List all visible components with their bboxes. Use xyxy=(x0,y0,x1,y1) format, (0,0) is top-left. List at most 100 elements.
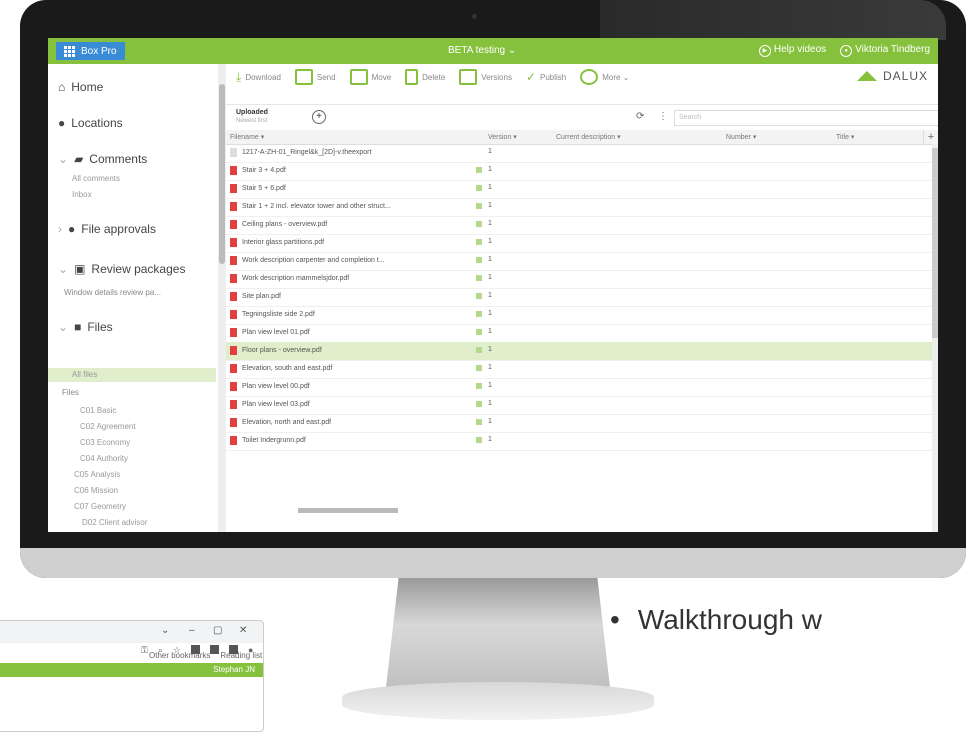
folder-item[interactable]: C03 Economy xyxy=(80,438,130,447)
pdf-icon xyxy=(230,238,237,247)
comment-icon xyxy=(476,239,482,245)
chevron-down-icon: ⌄ xyxy=(58,152,69,166)
column-filename[interactable]: Filename ▾ xyxy=(230,133,264,141)
table-row[interactable]: Site plan.pdf 1 xyxy=(226,288,938,307)
pdf-icon xyxy=(230,274,237,283)
monitor-stand xyxy=(385,578,611,696)
help-videos-link[interactable]: ▶ Help videos xyxy=(758,44,826,57)
maximize-icon[interactable]: ▢ xyxy=(213,625,222,636)
table-row[interactable]: Ceiling plans - overview.pdf 1 xyxy=(226,216,938,235)
comment-icon xyxy=(476,203,482,209)
folder-item[interactable]: C07 Geometry xyxy=(74,502,126,511)
table-row-selected[interactable]: Floor plans - overview.pdf 1 xyxy=(226,342,938,361)
kebab-menu-icon[interactable]: ⋮ xyxy=(658,111,668,122)
chevron-down-icon[interactable]: ⌄ xyxy=(161,625,169,636)
table-row[interactable]: Stair 5 + 6.pdf 1 xyxy=(226,180,938,199)
add-button[interactable]: + xyxy=(312,110,326,124)
sidebar-item-files-folder[interactable]: Files xyxy=(62,388,79,397)
column-number[interactable]: Number ▾ xyxy=(726,133,756,141)
table-row[interactable]: Plan view level 00.pdf 1 xyxy=(226,378,938,397)
close-icon[interactable]: ✕ xyxy=(239,625,247,636)
app-screen: Box Pro BETA testing ⌄ ▶ Help videos ● Vik… xyxy=(48,38,938,532)
app-green-bar: Stephan JN xyxy=(0,663,263,677)
folder-item[interactable]: C01 Basic xyxy=(80,406,116,415)
delete-button[interactable]: Delete xyxy=(405,69,445,85)
refresh-icon[interactable]: ⟳ xyxy=(636,111,644,122)
table-row[interactable]: Work description carpenter and completio… xyxy=(226,252,938,271)
versions-icon xyxy=(459,69,478,85)
folder-item[interactable]: C06 Mission xyxy=(74,486,118,495)
sidebar-item-locations[interactable]: ● Locations xyxy=(58,116,123,130)
reading-list[interactable]: Reading list xyxy=(220,651,262,660)
sidebar-item-comments[interactable]: ⌄ ▰ Comments xyxy=(58,152,147,166)
other-bookmarks[interactable]: Other bookmarks xyxy=(149,651,210,660)
monitor-base xyxy=(342,682,654,720)
file-icon xyxy=(230,148,237,157)
add-column-button[interactable]: + xyxy=(923,130,938,144)
sort-selector[interactable]: Uploaded Newest first xyxy=(236,109,268,125)
folder-item[interactable]: C04 Authority xyxy=(80,454,128,463)
table-row[interactable]: Stair 3 + 4.pdf 1 xyxy=(226,162,938,181)
project-selector[interactable]: BETA testing ⌄ xyxy=(448,45,516,56)
minimize-icon[interactable]: – xyxy=(189,625,195,636)
pdf-icon xyxy=(230,202,237,211)
folder-item[interactable]: D02 Client advisor xyxy=(82,518,147,527)
more-button[interactable]: More ⌄ xyxy=(580,69,629,85)
comment-icon xyxy=(476,311,482,317)
send-button[interactable]: Send xyxy=(294,69,336,85)
table-row[interactable]: Work description mammelsjdor.pdf 1 xyxy=(226,270,938,289)
column-description[interactable]: Current description ▾ xyxy=(556,133,621,141)
more-icon xyxy=(580,69,599,85)
sidebar-item-home[interactable]: ⌂ Home xyxy=(58,80,103,94)
package-icon: ▣ xyxy=(74,262,86,276)
sidebar-item-window-details[interactable]: Window details review pa... xyxy=(64,288,161,297)
search-input[interactable]: Search xyxy=(674,110,938,126)
table-row[interactable]: Interior glass partitions.pdf 1 xyxy=(226,234,938,253)
scroll-thumb[interactable] xyxy=(219,84,225,264)
table-row[interactable]: Plan view level 03.pdf 1 xyxy=(226,396,938,415)
app-switcher-button[interactable]: Box Pro xyxy=(56,42,125,60)
pdf-icon xyxy=(230,220,237,229)
horizontal-scroll-thumb[interactable] xyxy=(298,508,398,513)
move-button[interactable]: Move xyxy=(349,69,391,85)
move-icon xyxy=(349,69,368,85)
sidebar-item-review-packages[interactable]: ⌄ ▣ Review packages xyxy=(58,262,185,276)
folder-item[interactable]: C05 Analysis xyxy=(74,470,120,479)
versions-button[interactable]: Versions xyxy=(459,69,512,85)
sidebar-item-inbox[interactable]: Inbox xyxy=(72,190,92,199)
publish-button[interactable]: ✓ Publish xyxy=(526,70,566,84)
comment-icon xyxy=(476,365,482,371)
download-button[interactable]: ⤓ Download xyxy=(236,70,281,85)
key-icon[interactable]: ⚿ xyxy=(141,645,148,656)
sidebar-item-all-comments[interactable]: All comments xyxy=(72,174,120,183)
table-row[interactable]: 1217-A-ZH-01_Ringel&k_[2D]-v.theexport 1 xyxy=(226,144,938,163)
table-row[interactable]: Elevation, north and east.pdf 1 xyxy=(226,414,938,433)
table-row[interactable]: Plan view level 01.pdf 1 xyxy=(226,324,938,343)
sidebar: ⌂ Home ● Locations ⌄ ▰ Comments All comments… xyxy=(48,64,219,532)
sidebar-item-file-approvals[interactable]: › ● File approvals xyxy=(58,222,156,236)
sidebar-scrollbar[interactable] xyxy=(218,64,226,532)
sidebar-item-files[interactable]: ⌄ ■ Files xyxy=(58,320,113,334)
comment-icon xyxy=(476,293,482,299)
scroll-thumb[interactable] xyxy=(932,148,938,338)
column-version[interactable]: Version ▾ xyxy=(488,133,517,141)
column-title[interactable]: Title ▾ xyxy=(836,133,854,141)
comment-icon xyxy=(476,437,482,443)
table-row[interactable]: Stair 1 + 2 incl. elevator tower and oth… xyxy=(226,198,938,217)
comment-icon xyxy=(476,347,482,353)
comment-icon xyxy=(476,419,482,425)
table-row[interactable]: Elevation, south and east.pdf 1 xyxy=(226,360,938,379)
user-menu[interactable]: Stephan JN xyxy=(213,665,255,674)
folder-item[interactable]: C02 Agreement xyxy=(80,422,136,431)
pdf-icon xyxy=(230,436,237,445)
table-row[interactable]: Tegningsliste side 2.pdf 1 xyxy=(226,306,938,325)
table-row[interactable]: Toilet Indergrunn.pdf 1 xyxy=(226,432,938,451)
pdf-icon xyxy=(230,418,237,427)
sort-bar: Uploaded Newest first + ⟳ ⋮ Search xyxy=(226,104,938,131)
pdf-icon xyxy=(230,292,237,301)
table-scrollbar[interactable] xyxy=(932,144,938,532)
sidebar-item-all-files[interactable]: All files xyxy=(72,370,97,379)
user-menu[interactable]: ● Viktoria Tindberg xyxy=(840,44,930,57)
pdf-icon xyxy=(230,184,237,193)
comment-icon xyxy=(476,257,482,263)
